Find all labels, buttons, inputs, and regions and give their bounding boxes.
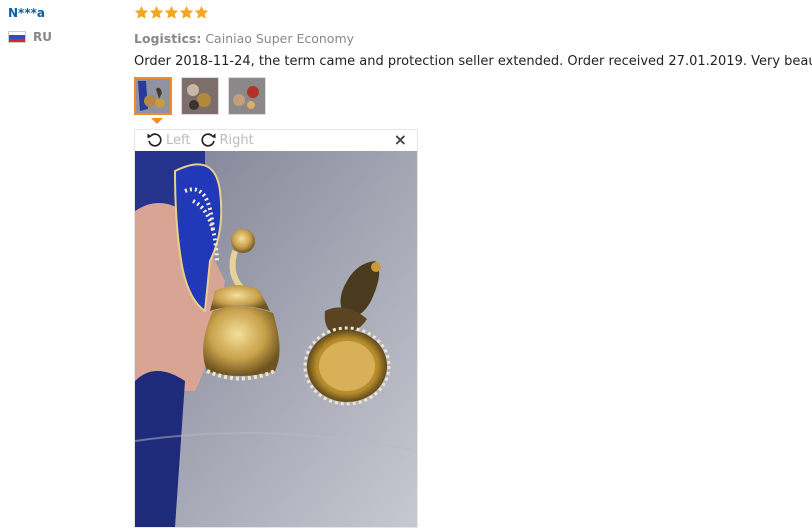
review-thumbnails — [134, 77, 804, 115]
close-icon[interactable]: × — [394, 132, 407, 148]
rotate-right-label: Right — [219, 132, 254, 148]
thumbnail-photo — [182, 78, 218, 114]
review-thumbnail[interactable] — [228, 77, 266, 115]
thumbnail-photo — [136, 79, 170, 113]
earrings-photo — [135, 151, 417, 527]
rotate-right-button[interactable]: Right — [198, 130, 254, 150]
review-body: Logistics: Cainiao Super Economy Order 2… — [134, 5, 812, 115]
rotate-left-label: Left — [166, 132, 191, 148]
thumbnail-photo — [229, 78, 265, 114]
reviewer-country: RU — [8, 30, 128, 44]
star-icon — [134, 5, 149, 19]
reviewer-name: N***a — [8, 6, 45, 20]
rotate-right-icon — [201, 133, 216, 147]
review-thumbnail[interactable] — [181, 77, 219, 115]
star-icon — [164, 5, 179, 19]
viewer-toolbar: Left Right × — [135, 130, 417, 150]
review-comment: Order 2018-11-24, the term came and prot… — [134, 54, 812, 69]
logistics-info: Logistics: Cainiao Super Economy — [134, 31, 804, 46]
logistics-value: Cainiao Super Economy — [205, 31, 355, 46]
russia-flag-icon — [8, 31, 26, 43]
star-icon — [194, 5, 209, 19]
active-thumbnail-indicator — [151, 118, 163, 124]
country-code: RU — [33, 30, 52, 44]
rotate-left-icon — [147, 133, 162, 147]
review-photo — [135, 151, 417, 527]
logistics-label: Logistics: — [134, 31, 202, 46]
review-thumbnail[interactable] — [134, 77, 172, 115]
star-rating — [134, 5, 804, 23]
star-icon — [179, 5, 194, 19]
star-icon — [149, 5, 164, 19]
rotate-left-button[interactable]: Left — [145, 130, 190, 150]
reviewer-info: N***a RU — [8, 5, 128, 44]
image-viewer: Left Right × — [134, 129, 418, 528]
